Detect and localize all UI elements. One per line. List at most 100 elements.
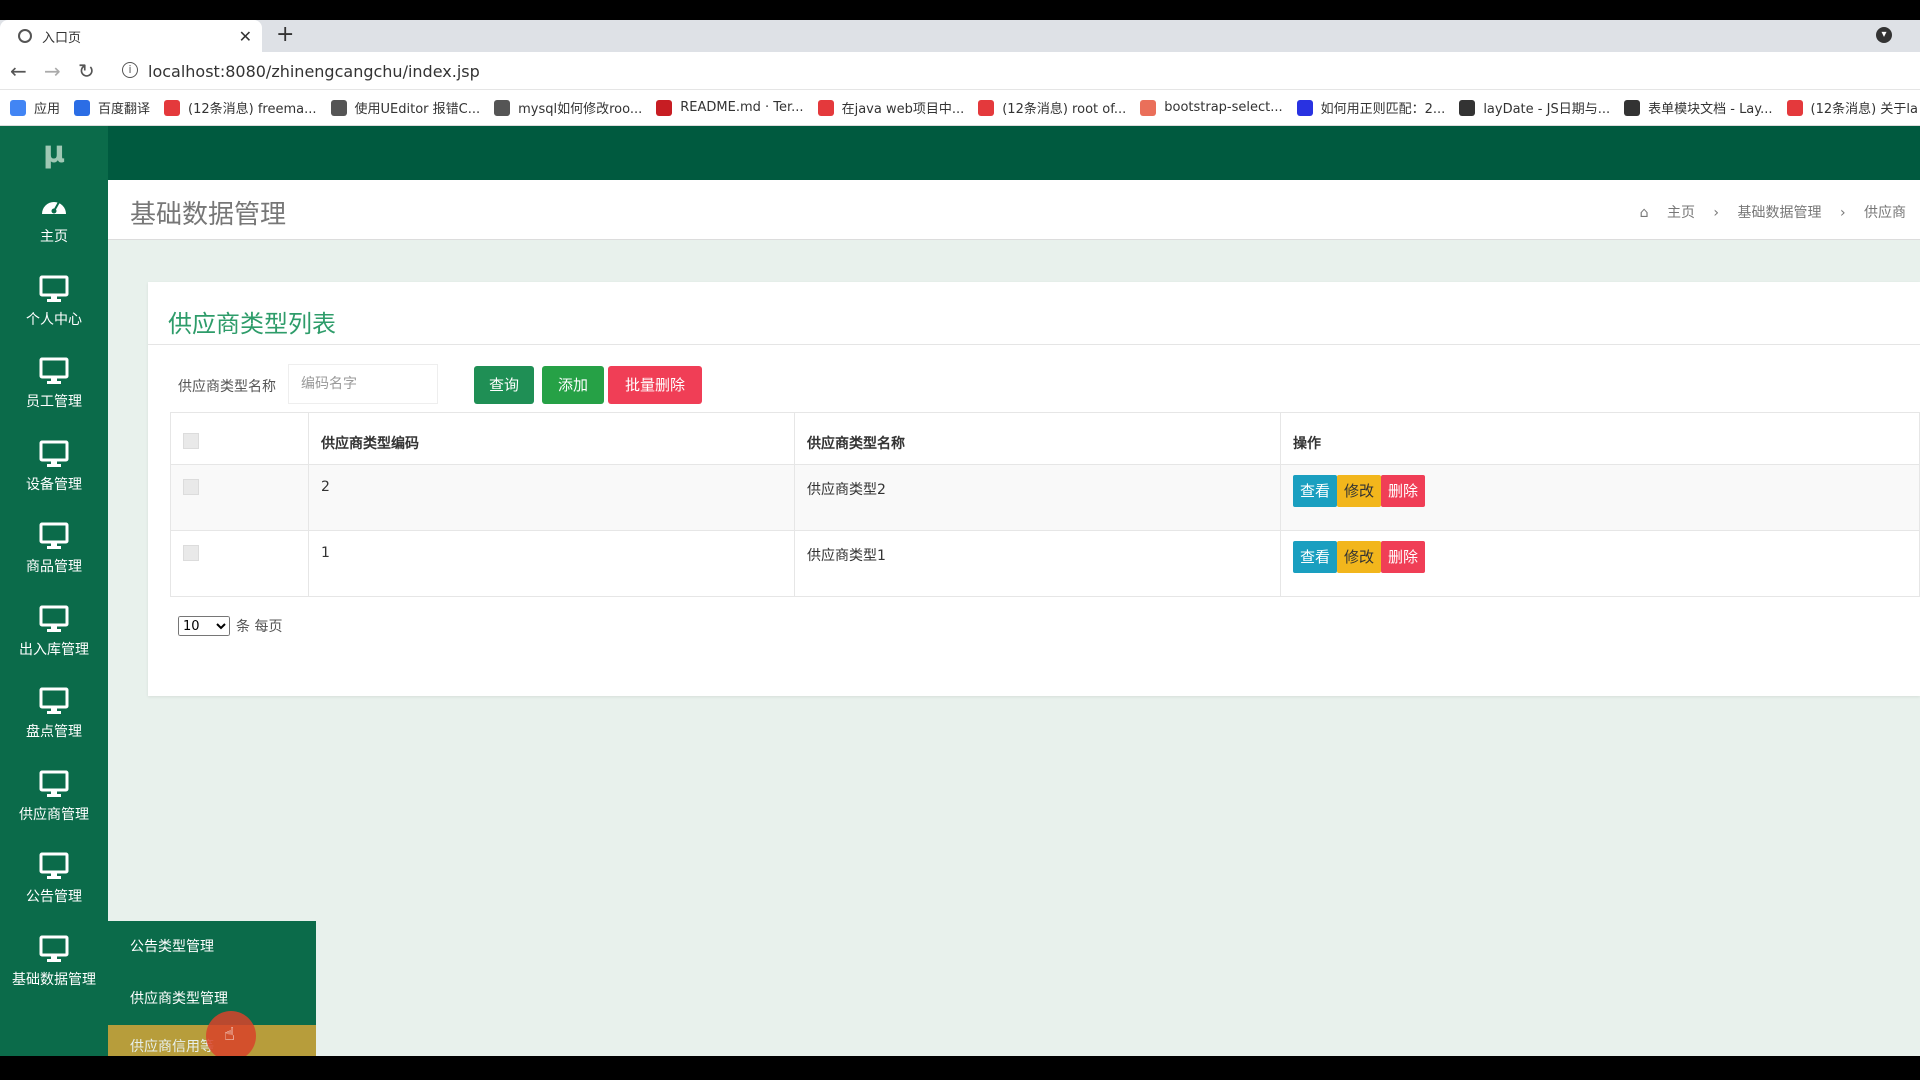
submenu-item-notice-type[interactable]: 公告类型管理 <box>108 921 316 973</box>
sidebar-item[interactable]: 主页 <box>0 180 108 263</box>
column-header-name[interactable]: 供应商类型名称 <box>794 412 1281 465</box>
sidebar-item-label: 出入库管理 <box>19 641 89 658</box>
delete-button[interactable]: 删除 <box>1381 475 1426 507</box>
breadcrumb-home[interactable]: 主页 <box>1667 205 1695 221</box>
sidebar-item[interactable]: 出入库管理 <box>0 593 108 676</box>
app-area: μ 主页 个人中心 员工管理 设备管理 商品管理 出入库管理 盘点管理 供应商管理 公告管理 基础… <box>0 126 1920 1056</box>
bookmark-label: mysql如何修改roo... <box>518 102 643 117</box>
sidebar-item[interactable]: 商品管理 <box>0 510 108 593</box>
sidebar-item[interactable]: 员工管理 <box>0 345 108 428</box>
sidebar-item-label: 个人中心 <box>26 311 82 328</box>
actions-cell: 查看 修改 删除 <box>1280 464 1920 531</box>
bookmark-label: bootstrap-select... <box>1164 100 1283 115</box>
bookmark-label: 在java web项目中... <box>841 102 965 117</box>
sidebar-item-label: 主页 <box>40 229 68 245</box>
per-page-label: 条 每页 <box>236 619 283 635</box>
monitor-icon <box>39 935 69 962</box>
supplier-type-table: 供应商类型编码 供应商类型名称 操作 2 供应商类型2 查看 修改 删除 1 供应商类型1 查… <box>170 412 1920 597</box>
forward-icon[interactable]: → <box>44 59 61 83</box>
layui-icon <box>1459 99 1476 116</box>
supplier-type-code-cell: 1 <box>308 530 795 597</box>
bookmark-item[interactable]: 如何用正则匹配：2... <box>1296 98 1446 117</box>
edit-button[interactable]: 修改 <box>1337 475 1382 507</box>
tab-search-icon[interactable]: ▾ <box>1876 27 1892 43</box>
screen: 入口页 ✕ + ▾ ← → ↻ i localhost:8080/zhineng… <box>0 0 1920 1080</box>
bookmark-item[interactable]: mysql如何修改roo... <box>494 98 642 117</box>
bookmark-label: 使用UEditor 报错C... <box>354 102 481 117</box>
bookmark-label: 百度翻译 <box>98 102 151 117</box>
supplier-type-code-cell: 2 <box>308 464 795 531</box>
globe-icon <box>18 29 32 43</box>
column-header-code[interactable]: 供应商类型编码 <box>308 412 795 465</box>
back-icon[interactable]: ← <box>10 59 27 83</box>
bookmark-item[interactable]: (12条消息) freema... <box>164 98 317 117</box>
bookmark-item[interactable]: 百度翻译 <box>74 98 150 117</box>
apps-icon <box>10 99 26 116</box>
table-row: 2 供应商类型2 查看 修改 删除 <box>170 464 1920 531</box>
bookmark-item[interactable]: README.md · Ter... <box>656 99 804 116</box>
bookmark-item[interactable]: layDate - JS日期与... <box>1459 98 1610 117</box>
bookmark-item[interactable]: 表单模块文档 - Lay... <box>1624 98 1773 117</box>
view-button[interactable]: 查看 <box>1293 541 1338 573</box>
bookmark-item[interactable]: 使用UEditor 报错C... <box>330 98 481 117</box>
add-button[interactable]: 添加 <box>542 366 604 404</box>
breadcrumb: ⌂ 主页 › 基础数据管理 › 供应商 <box>1640 202 1920 222</box>
submenu-item-supplier-type[interactable]: 供应商类型管理 <box>108 973 316 1025</box>
bookmark-item[interactable]: (12条消息) root of... <box>978 98 1126 117</box>
supplier-type-name-cell: 供应商类型2 <box>794 464 1281 531</box>
batch-delete-button[interactable]: 批量删除 <box>608 366 702 404</box>
supplier-type-name-input[interactable] <box>288 364 438 404</box>
monitor-icon <box>39 605 69 632</box>
row-select-cell <box>170 464 309 531</box>
table-header-row: 供应商类型编码 供应商类型名称 操作 <box>170 412 1920 465</box>
row-select-cell <box>170 530 309 597</box>
divider <box>148 344 1920 345</box>
gitee-icon <box>656 99 673 116</box>
page-title: 基础数据管理 <box>130 200 287 230</box>
sidebar-item[interactable]: 公告管理 <box>0 840 108 923</box>
sidebar-item-label: 公告管理 <box>26 889 82 905</box>
address-bar[interactable]: localhost:8080/zhinengcangchu/index.jsp <box>148 62 480 81</box>
page-size-select[interactable]: 10 <box>178 616 230 636</box>
close-icon[interactable]: ✕ <box>239 27 252 46</box>
row-checkbox[interactable] <box>183 545 199 561</box>
sidebar: μ 主页 个人中心 员工管理 设备管理 商品管理 出入库管理 盘点管理 供应商管理 公告管理 基础… <box>0 126 108 1056</box>
monitor-icon <box>39 275 69 302</box>
bookmark-label: (12条消息) freema... <box>188 102 317 117</box>
edit-button[interactable]: 修改 <box>1337 541 1382 573</box>
sidebar-item[interactable]: 盘点管理 <box>0 675 108 758</box>
bookmark-item[interactable]: 在java web项目中... <box>817 98 965 117</box>
bookmark-item[interactable]: bootstrap-select... <box>1140 99 1283 116</box>
supplier-type-panel: 供应商类型列表 供应商类型名称 查询 添加 批量删除 供应商类型编码 供应商类型… <box>148 282 1920 696</box>
new-tab-icon[interactable]: + <box>276 22 294 47</box>
panel-title: 供应商类型列表 <box>168 310 336 338</box>
query-button[interactable]: 查询 <box>474 366 534 404</box>
monitor-icon <box>39 687 69 714</box>
breadcrumb-section[interactable]: 基础数据管理 <box>1737 205 1821 221</box>
hand-cursor-icon: ☝ <box>224 1024 235 1045</box>
sidebar-item-label: 设备管理 <box>26 476 82 493</box>
sidebar-item[interactable]: 设备管理 <box>0 428 108 511</box>
info-icon[interactable]: i <box>122 62 138 78</box>
sidebar-item-label: 商品管理 <box>26 559 82 575</box>
bookmark-item[interactable]: (12条消息) 关于la <box>1786 98 1918 117</box>
bookmark-item[interactable]: 应用 <box>10 98 60 117</box>
sidebar-item[interactable]: 个人中心 <box>0 263 108 346</box>
breadcrumb-separator: › <box>1713 205 1720 221</box>
sidebar-item[interactable]: 基础数据管理 <box>0 923 108 1006</box>
view-button[interactable]: 查看 <box>1293 475 1338 507</box>
sidebar-item[interactable]: 供应商管理 <box>0 758 108 841</box>
row-checkbox[interactable] <box>183 479 199 495</box>
bookmark-label: README.md · Ter... <box>680 100 804 115</box>
home-icon: ⌂ <box>1639 205 1649 221</box>
layui-icon <box>1624 99 1641 116</box>
bookmark-label: 如何用正则匹配：2... <box>1320 102 1446 117</box>
bookmark-label: (12条消息) root of... <box>1002 102 1127 117</box>
select-all-checkbox[interactable] <box>183 433 199 449</box>
csdn-icon <box>1786 99 1803 116</box>
reload-icon[interactable]: ↻ <box>78 59 95 83</box>
delete-button[interactable]: 删除 <box>1381 541 1426 573</box>
browser-tab[interactable]: 入口页 ✕ <box>0 20 262 52</box>
monitor-icon <box>39 357 69 384</box>
translate-icon <box>74 99 91 116</box>
